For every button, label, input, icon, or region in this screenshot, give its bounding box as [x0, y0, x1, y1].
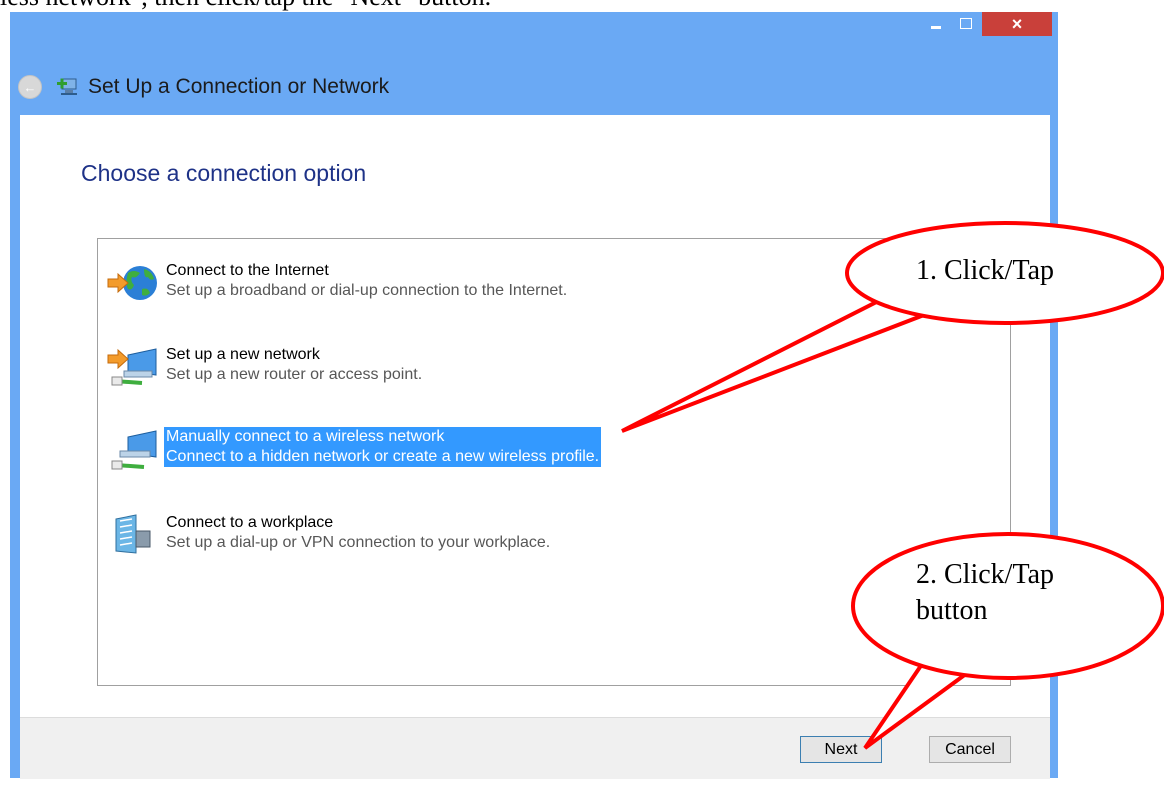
option-workplace[interactable]: Connect to a workplace Set up a dial-up … [106, 513, 552, 557]
window-title: Set Up a Connection or Network [88, 75, 390, 98]
callout-2-label-line1: 2. Click/Tap [916, 559, 1055, 590]
button-bar: Next Cancel [20, 717, 1050, 779]
option-description: Set up a dial-up or VPN connection to yo… [166, 534, 551, 551]
minimize-button[interactable] [922, 12, 950, 34]
minimize-icon [931, 25, 941, 29]
wireless-network-icon [106, 427, 162, 471]
option-new-network[interactable]: Set up a new network Set up a new router… [106, 345, 424, 389]
new-network-icon [106, 345, 162, 389]
option-text: Connect to the Internet Set up a broadba… [164, 261, 569, 301]
option-connect-internet[interactable]: Connect to the Internet Set up a broadba… [106, 261, 569, 305]
option-description: Set up a new router or access point. [166, 366, 423, 383]
maximize-icon [960, 17, 972, 29]
option-text: Manually connect to a wireless network C… [164, 427, 602, 467]
option-description: Set up a broadband or dial-up connection… [166, 282, 568, 299]
back-arrow-icon: ← [23, 79, 37, 95]
callout-2-label-line2: button [916, 595, 988, 626]
content-area: Choose a connection option Connect to th… [20, 115, 1050, 717]
cancel-button[interactable]: Cancel [929, 736, 1011, 763]
option-title: Manually connect to a wireless network [166, 428, 445, 445]
workplace-icon [106, 513, 162, 557]
option-manual-wireless[interactable]: Manually connect to a wireless network C… [106, 427, 602, 471]
close-icon: × [1011, 14, 1023, 34]
option-title: Connect to a workplace [166, 514, 334, 531]
page-heading: Choose a connection option [81, 160, 367, 186]
network-setup-icon [56, 76, 80, 98]
maximize-button[interactable] [952, 12, 980, 34]
dialog-window: × ← Set Up a Connection or Network Choos… [10, 12, 1058, 779]
option-title: Set up a new network [166, 346, 320, 363]
nav-row: ← Set Up a Connection or Network [10, 67, 1058, 107]
connection-options-list: Connect to the Internet Set up a broadba… [97, 238, 1011, 686]
document-caption: less network", then click/tap the "Next"… [0, 0, 1164, 12]
option-text: Set up a new network Set up a new router… [164, 345, 424, 385]
title-bar: × [10, 12, 1058, 46]
globe-internet-icon [106, 261, 162, 305]
callout-1-label: 1. Click/Tap [916, 255, 1055, 286]
close-button[interactable]: × [982, 12, 1052, 36]
option-text: Connect to a workplace Set up a dial-up … [164, 513, 552, 553]
back-button[interactable]: ← [18, 75, 42, 99]
option-title: Connect to the Internet [166, 262, 329, 279]
option-description: Connect to a hidden network or create a … [166, 448, 600, 465]
next-button[interactable]: Next [800, 736, 882, 763]
